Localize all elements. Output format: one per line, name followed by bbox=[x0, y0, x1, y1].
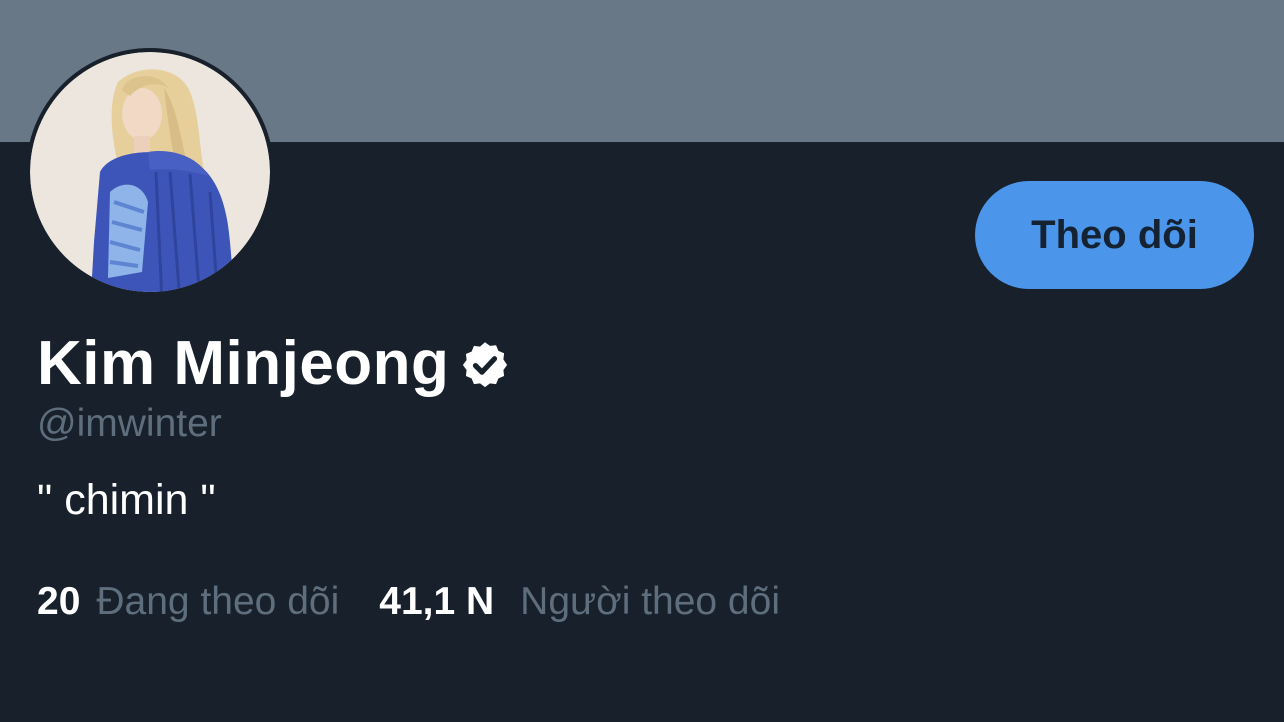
followers-count: 41,1 N bbox=[379, 580, 495, 623]
user-handle: @imwinter bbox=[37, 402, 222, 445]
avatar-photo bbox=[30, 52, 270, 292]
bio: " chimin " bbox=[37, 476, 216, 524]
following-stat[interactable]: 20 Đang theo dõi bbox=[37, 580, 339, 624]
following-label: Đang theo dõi bbox=[96, 580, 340, 623]
following-count: 20 bbox=[37, 580, 81, 623]
followers-stat[interactable]: 41,1 N Người theo dõi bbox=[379, 580, 780, 624]
followers-label: Người theo dõi bbox=[520, 580, 780, 623]
follow-button[interactable]: Theo dõi bbox=[975, 181, 1254, 289]
profile-stats: 20 Đang theo dõi 41,1 N Người theo dõi bbox=[37, 580, 780, 624]
avatar[interactable] bbox=[26, 48, 274, 296]
verified-badge-icon bbox=[463, 342, 508, 388]
name-row: Kim Minjeong bbox=[37, 328, 511, 398]
display-name: Kim Minjeong bbox=[37, 328, 450, 398]
